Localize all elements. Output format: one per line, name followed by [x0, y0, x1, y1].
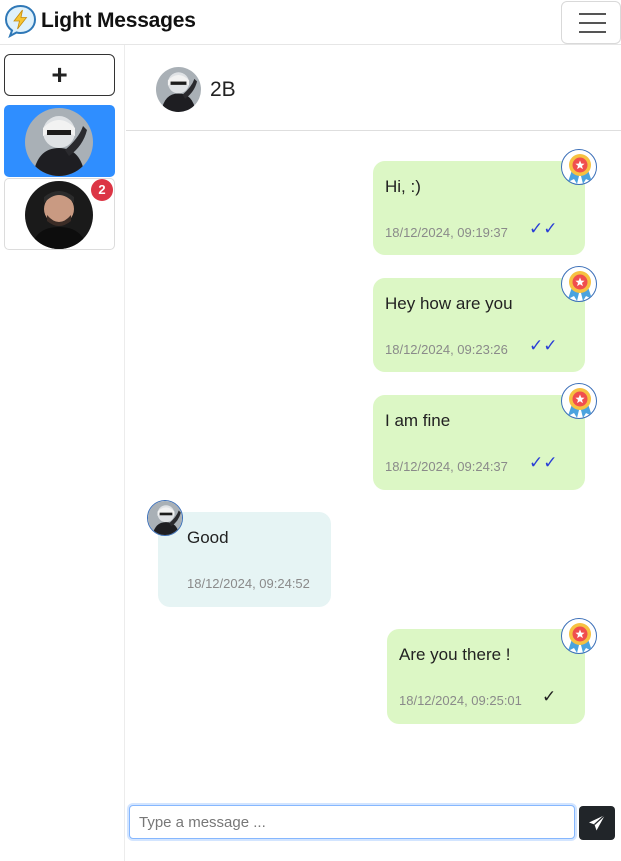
read-receipt-icon: ✓✓	[529, 453, 558, 472]
message-bubble-outgoing: Hi, :) 18/12/2024, 09:19:37 ✓✓	[373, 161, 585, 255]
hamburger-icon-line	[579, 31, 606, 33]
message-timestamp: 18/12/2024, 09:24:52	[187, 576, 310, 591]
contact-item-2[interactable]: 2	[4, 178, 115, 250]
message-bubble-outgoing: I am fine 18/12/2024, 09:24:37 ✓✓	[373, 395, 585, 490]
avatar	[25, 181, 93, 249]
message-input[interactable]	[129, 805, 575, 839]
chat-contact-name: 2B	[210, 78, 236, 101]
message-text: Are you there !	[399, 645, 511, 664]
unread-count-badge: 2	[91, 179, 113, 201]
message-bubble-incoming: Good 18/12/2024, 09:24:52	[158, 512, 331, 607]
avatar[interactable]	[156, 67, 201, 112]
sent-check-icon: ✓	[542, 687, 557, 706]
message-timestamp: 18/12/2024, 09:23:26	[385, 342, 508, 357]
award-ribbon-icon	[561, 383, 597, 419]
message-bubble-outgoing: Are you there ! 18/12/2024, 09:25:01 ✓	[387, 629, 585, 724]
message-text: Good	[187, 528, 229, 547]
award-ribbon-icon	[561, 618, 597, 654]
award-ribbon-icon	[561, 149, 597, 185]
message-text: Hey how are you	[385, 294, 513, 313]
avatar	[147, 500, 183, 536]
new-chat-button[interactable]: +	[4, 54, 115, 96]
hamburger-icon-line	[579, 13, 606, 15]
top-navbar: Light Messages	[0, 0, 621, 45]
app-title: Light Messages	[41, 9, 196, 32]
message-timestamp: 18/12/2024, 09:24:37	[385, 459, 508, 474]
brand[interactable]: Light Messages	[4, 4, 196, 38]
hamburger-menu-button[interactable]	[561, 1, 621, 44]
read-receipt-icon: ✓✓	[529, 219, 558, 238]
avatar	[25, 108, 93, 176]
message-bubble-outgoing: Hey how are you 18/12/2024, 09:23:26 ✓✓	[373, 278, 585, 372]
message-text: I am fine	[385, 411, 451, 430]
send-button[interactable]	[579, 806, 615, 840]
message-timestamp: 18/12/2024, 09:25:01	[399, 693, 522, 708]
hamburger-icon-line	[579, 22, 606, 24]
award-ribbon-icon	[561, 266, 597, 302]
message-timestamp: 18/12/2024, 09:19:37	[385, 225, 508, 240]
contacts-sidebar: + 2	[0, 45, 125, 861]
contact-item-2b[interactable]	[4, 105, 115, 177]
message-text: Hi, :)	[385, 177, 421, 196]
paper-plane-icon	[589, 814, 606, 831]
read-receipt-icon: ✓✓	[529, 336, 558, 355]
chat-header: 2B	[126, 45, 621, 131]
lightning-bolt-icon	[4, 4, 37, 38]
